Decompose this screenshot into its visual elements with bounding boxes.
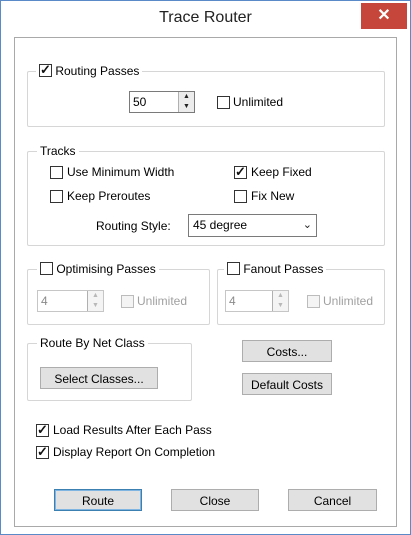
- optimising-unlimited-label: Unlimited: [137, 294, 188, 308]
- fanout-passes-checkbox[interactable]: [227, 262, 240, 275]
- chevron-down-icon: ⌄: [302, 219, 312, 231]
- check-mark-icon: ✓: [235, 164, 246, 179]
- route-by-net-class-legend: Route By Net Class: [37, 336, 148, 350]
- check-mark-icon: ✓: [40, 62, 51, 77]
- optimising-passes-spinbox[interactable]: 4 ▲ ▼: [37, 290, 104, 312]
- routing-passes-value[interactable]: 50: [133, 95, 146, 109]
- fanout-passes-spinbox[interactable]: 4 ▲ ▼: [225, 290, 289, 312]
- fanout-passes-label: Fanout Passes: [243, 262, 324, 276]
- title-bar[interactable]: Trace Router ✕: [1, 1, 410, 36]
- use-min-width-checkbox[interactable]: [50, 166, 63, 179]
- optimising-passes-legend: Optimising Passes: [37, 262, 159, 276]
- load-results-checkbox[interactable]: ✓: [36, 422, 49, 437]
- spin-down-icon[interactable]: ▼: [179, 102, 194, 112]
- display-report-label: Display Report On Completion: [53, 445, 216, 459]
- keep-fixed-label: Keep Fixed: [251, 165, 312, 179]
- optimising-passes-value[interactable]: 4: [41, 294, 48, 308]
- dialog-title: Trace Router: [159, 9, 252, 26]
- close-window-button[interactable]: ✕: [361, 3, 407, 29]
- optimising-passes-checkbox[interactable]: [40, 262, 53, 275]
- fix-new-checkbox[interactable]: [234, 190, 247, 203]
- tracks-legend: Tracks: [37, 144, 79, 158]
- spin-arrows: ▲ ▼: [87, 291, 103, 311]
- spin-down-icon[interactable]: ▼: [273, 301, 288, 311]
- fanout-unlimited-label: Unlimited: [323, 294, 374, 308]
- routing-style-select[interactable]: 45 degree ⌄: [188, 214, 317, 237]
- routing-style-label: Routing Style:: [96, 219, 171, 233]
- routing-passes-legend: ✓ Routing Passes: [36, 62, 143, 78]
- optimising-passes-label: Optimising Passes: [56, 262, 156, 276]
- fanout-passes-value[interactable]: 4: [229, 294, 236, 308]
- routing-passes-label: Routing Passes: [55, 64, 140, 78]
- costs-button[interactable]: Costs...: [242, 340, 332, 362]
- routing-passes-checkbox[interactable]: ✓: [39, 62, 52, 77]
- optimising-unlimited-checkbox[interactable]: [121, 295, 134, 308]
- routing-style-value: 45 degree: [193, 218, 248, 232]
- routing-passes-spinbox[interactable]: 50 ▲ ▼: [129, 91, 195, 113]
- keep-preroutes-label: Keep Preroutes: [67, 189, 151, 203]
- keep-fixed-checkbox[interactable]: ✓: [234, 164, 247, 179]
- default-costs-button[interactable]: Default Costs: [242, 373, 332, 395]
- fix-new-label: Fix New: [251, 189, 295, 203]
- routing-passes-group: [27, 71, 385, 127]
- load-results-label: Load Results After Each Pass: [53, 423, 212, 437]
- cancel-button[interactable]: Cancel: [288, 489, 377, 511]
- routing-unlimited-checkbox[interactable]: [217, 96, 230, 109]
- close-button[interactable]: Close: [171, 489, 259, 511]
- spin-arrows: ▲ ▼: [178, 92, 194, 112]
- fanout-unlimited-checkbox[interactable]: [307, 295, 320, 308]
- display-report-checkbox[interactable]: ✓: [36, 444, 49, 459]
- check-mark-icon: ✓: [37, 422, 48, 437]
- select-classes-button[interactable]: Select Classes...: [40, 367, 158, 389]
- keep-preroutes-checkbox[interactable]: [50, 190, 63, 203]
- routing-unlimited-label: Unlimited: [233, 95, 284, 109]
- route-button[interactable]: Route: [54, 489, 142, 511]
- spin-arrows: ▲ ▼: [272, 291, 288, 311]
- spin-down-icon[interactable]: ▼: [88, 301, 103, 311]
- use-min-width-label: Use Minimum Width: [67, 165, 175, 179]
- fanout-passes-legend: Fanout Passes: [224, 262, 327, 276]
- check-mark-icon: ✓: [37, 444, 48, 459]
